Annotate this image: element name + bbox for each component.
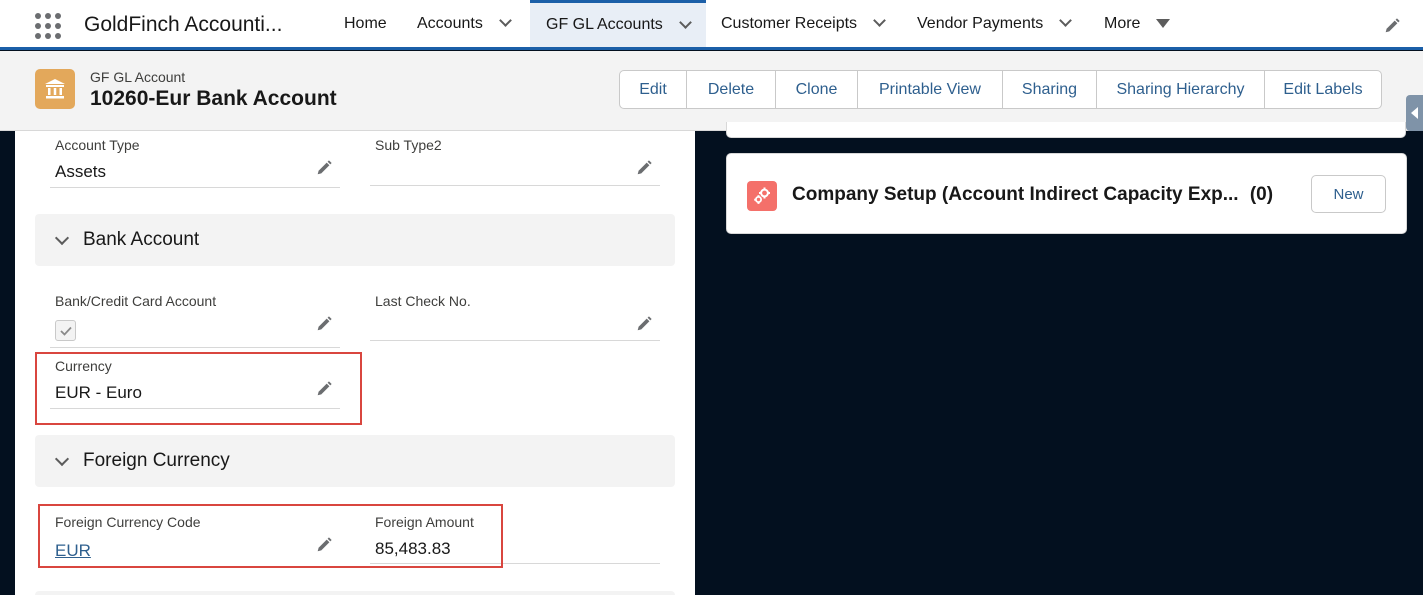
field-underline (50, 347, 340, 348)
field-account-type: Account Type Assets (50, 137, 340, 189)
field-label: Foreign Amount (375, 514, 474, 530)
field-label: Currency (55, 358, 112, 374)
nav-item-label: Home (344, 14, 387, 32)
new-button[interactable]: New (1311, 175, 1386, 213)
field-underline (370, 340, 660, 341)
chevron-down-icon[interactable] (873, 14, 886, 27)
nav-item-label: More (1104, 14, 1141, 32)
field-bank-credit-card-account: Bank/Credit Card Account (50, 293, 340, 349)
printable-view-button[interactable]: Printable View (858, 71, 1003, 108)
edit-pencil-icon[interactable] (315, 159, 333, 177)
nav-item-home[interactable]: Home (344, 0, 387, 47)
field-label: Last Check No. (375, 293, 471, 309)
chevron-down-icon[interactable] (498, 14, 512, 27)
related-list-count: (0) (1249, 184, 1274, 205)
chevron-down-icon[interactable] (678, 15, 692, 29)
global-nav-bar: GoldFinch Accounti... Home Accounts GF G… (0, 0, 1423, 50)
nav-item-more[interactable]: More (1104, 0, 1171, 47)
field-value: Assets (55, 162, 107, 181)
section-title: Bank Account (83, 229, 200, 250)
chevron-down-icon (54, 230, 70, 245)
record-header: GF GL Account 10260-Eur Bank Account Edi… (0, 51, 1423, 131)
app-name: GoldFinch Accounti... (84, 13, 283, 36)
nav-item-customer-receipts[interactable]: Customer Receipts (721, 0, 886, 47)
chevron-down-icon (54, 451, 70, 466)
field-foreign-currency-code: Foreign Currency Code EUR (50, 514, 340, 564)
record-action-buttons: Edit Delete Clone Printable View Sharing… (619, 70, 1382, 109)
utility-panel-toggle[interactable] (1406, 95, 1423, 131)
field-value: 85,483.83 (375, 539, 451, 558)
related-card-edge (726, 122, 1406, 138)
gears-icon (747, 181, 777, 211)
field-label: Sub Type2 (375, 137, 442, 153)
field-underline (50, 408, 340, 409)
related-list-title[interactable]: Company Setup (Account Indirect Capacity… (792, 184, 1273, 206)
record-title: 10260-Eur Bank Account (90, 87, 337, 110)
edit-labels-button[interactable]: Edit Labels (1265, 71, 1381, 108)
field-label: Account Type (55, 137, 140, 153)
next-section-edge (35, 591, 675, 595)
section-foreign-currency[interactable]: Foreign Currency (35, 435, 675, 487)
field-underline (370, 185, 660, 186)
field-foreign-amount: Foreign Amount 85,483.83 (370, 514, 660, 566)
delete-button[interactable]: Delete (687, 71, 776, 108)
record-detail-panel: Account Type Assets Sub Type2 Bank Accou… (15, 131, 695, 595)
nav-item-label: GF GL Accounts (546, 16, 663, 33)
app-launcher-icon[interactable] (34, 12, 62, 40)
field-label: Foreign Currency Code (55, 514, 201, 530)
foreign-currency-code-link[interactable]: EUR (55, 541, 91, 561)
related-list-title-text: Company Setup (Account Indirect Capacity… (792, 184, 1239, 205)
chevron-down-icon[interactable] (1059, 14, 1073, 27)
field-underline (370, 563, 660, 564)
edit-pencil-icon[interactable] (315, 315, 333, 333)
edit-button[interactable]: Edit (620, 71, 687, 108)
section-bank-account[interactable]: Bank Account (35, 214, 675, 266)
bank-credit-card-checkbox (55, 320, 76, 341)
sharing-hierarchy-button[interactable]: Sharing Hierarchy (1097, 71, 1265, 108)
edit-pencil-icon[interactable] (635, 315, 653, 333)
record-object-label: GF GL Account (90, 69, 186, 85)
field-sub-type2: Sub Type2 (370, 137, 660, 189)
caret-down-icon[interactable] (1156, 19, 1171, 28)
field-label: Bank/Credit Card Account (55, 293, 217, 309)
edit-pencil-icon[interactable] (315, 536, 333, 554)
nav-item-vendor-payments[interactable]: Vendor Payments (917, 0, 1073, 47)
edit-nav-pencil-icon[interactable] (1383, 17, 1401, 35)
bank-icon (35, 69, 75, 109)
field-currency: Currency EUR - Euro (50, 358, 340, 410)
nav-item-accounts[interactable]: Accounts (417, 0, 512, 47)
nav-item-gf-gl-accounts[interactable]: GF GL Accounts (530, 0, 706, 47)
checkmark-icon (59, 326, 72, 336)
sharing-button[interactable]: Sharing (1003, 71, 1097, 108)
nav-item-label: Accounts (417, 14, 483, 32)
edit-pencil-icon[interactable] (635, 159, 653, 177)
clone-button[interactable]: Clone (776, 71, 858, 108)
nav-item-label: Customer Receipts (721, 14, 858, 32)
related-list-company-setup: Company Setup (Account Indirect Capacity… (726, 153, 1407, 234)
field-underline (50, 187, 340, 188)
edit-pencil-icon[interactable] (315, 380, 333, 398)
section-title: Foreign Currency (83, 450, 230, 471)
field-last-check-no: Last Check No. (370, 293, 660, 349)
field-value: EUR - Euro (55, 383, 142, 402)
nav-item-label: Vendor Payments (917, 14, 1044, 32)
